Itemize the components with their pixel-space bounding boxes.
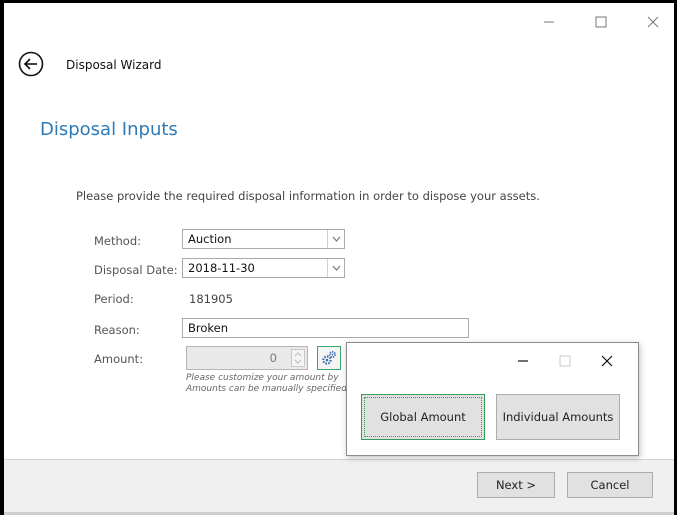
- amount-label: Amount:: [94, 352, 144, 366]
- customize-amount-button[interactable]: [317, 346, 341, 370]
- individual-amounts-button[interactable]: Individual Amounts: [496, 394, 620, 440]
- minimize-button[interactable]: [532, 9, 566, 35]
- disposal-date-picker[interactable]: 2018-11-30: [182, 258, 345, 278]
- chevron-down-icon[interactable]: [327, 230, 344, 248]
- amount-hint: Please customize your amount by Amounts …: [186, 373, 347, 395]
- method-value: Auction: [188, 232, 232, 246]
- amount-hint-line2: Amounts can be manually specified: [186, 384, 347, 394]
- maximize-icon: [595, 16, 607, 28]
- period-label: Period:: [94, 292, 134, 306]
- global-amount-button[interactable]: Global Amount: [361, 394, 485, 440]
- disposal-date-label: Disposal Date:: [94, 263, 178, 277]
- close-button[interactable]: [636, 9, 670, 35]
- minimize-icon: [544, 21, 554, 23]
- reason-label: Reason:: [94, 323, 140, 337]
- minimize-icon: [518, 360, 528, 362]
- popup-minimize-button[interactable]: [508, 349, 538, 373]
- amount-spinner[interactable]: [291, 349, 305, 367]
- popup-maximize-button: [550, 349, 580, 373]
- chevron-down-icon[interactable]: [327, 259, 344, 277]
- footer-bar: Next > Cancel: [4, 460, 674, 515]
- next-button[interactable]: Next >: [477, 472, 555, 498]
- maximize-icon: [559, 355, 571, 367]
- amount-input[interactable]: 0: [186, 346, 308, 370]
- amount-mode-dialog: Global Amount Individual Amounts: [346, 342, 639, 456]
- instructions-text: Please provide the required disposal inf…: [76, 189, 540, 203]
- page-title: Disposal Inputs: [40, 119, 178, 140]
- back-arrow-icon: [18, 51, 44, 77]
- amount-hint-line1: Please customize your amount by: [186, 373, 339, 383]
- amount-value: 0: [269, 351, 277, 365]
- period-value: 181905: [189, 292, 233, 306]
- close-icon: [601, 355, 613, 367]
- spinner-arrows-icon: [294, 352, 302, 364]
- popup-close-button[interactable]: [592, 349, 622, 373]
- close-icon: [647, 16, 659, 28]
- gears-icon: [322, 351, 336, 365]
- cancel-button[interactable]: Cancel: [567, 472, 653, 498]
- disposal-date-value: 2018-11-30: [188, 261, 255, 275]
- wizard-title: Disposal Wizard: [66, 58, 162, 72]
- method-label: Method:: [94, 234, 142, 248]
- maximize-button[interactable]: [584, 9, 618, 35]
- title-bar: [4, 3, 674, 41]
- method-dropdown[interactable]: Auction: [182, 229, 345, 249]
- reason-input[interactable]: Broken: [182, 318, 469, 338]
- back-button[interactable]: [18, 51, 44, 77]
